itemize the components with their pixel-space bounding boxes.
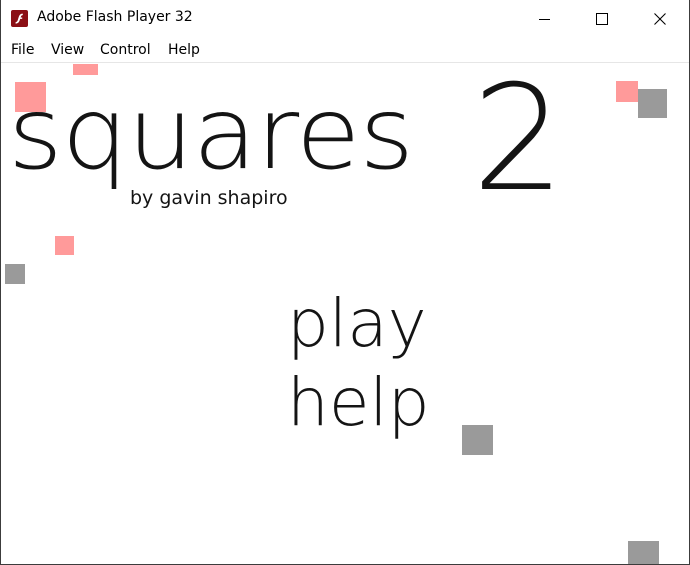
flash-player-window: Adobe Flash Player 32 File View Control … — [0, 0, 690, 565]
author-byline: by gavin shapiro — [130, 187, 288, 209]
menu-file[interactable]: File — [11, 42, 34, 58]
maximize-button[interactable] — [573, 0, 631, 38]
gray-square — [462, 425, 493, 455]
gray-square — [5, 264, 25, 284]
pink-square — [616, 81, 638, 102]
game-number: 2 — [472, 64, 565, 224]
pink-square — [73, 64, 98, 75]
game-title: squares — [8, 75, 414, 192]
minimize-icon — [539, 19, 550, 20]
maximize-icon — [596, 13, 608, 25]
help-button[interactable]: help — [287, 367, 430, 439]
game-stage[interactable]: squares 2 by gavin shapiro play help — [2, 64, 689, 564]
menu-view[interactable]: View — [51, 42, 84, 58]
play-button[interactable]: play — [287, 288, 427, 360]
menu-control[interactable]: Control — [100, 42, 151, 58]
gray-square — [628, 541, 659, 564]
flash-player-icon — [11, 10, 28, 27]
pink-square — [55, 236, 74, 255]
close-icon — [654, 13, 666, 25]
menu-help[interactable]: Help — [168, 42, 200, 58]
window-title: Adobe Flash Player 32 — [37, 9, 193, 25]
menu-bar: File View Control Help — [1, 38, 689, 63]
gray-square — [638, 89, 667, 118]
title-bar[interactable]: Adobe Flash Player 32 — [1, 0, 689, 38]
close-button[interactable] — [631, 0, 689, 38]
minimize-button[interactable] — [515, 0, 573, 38]
